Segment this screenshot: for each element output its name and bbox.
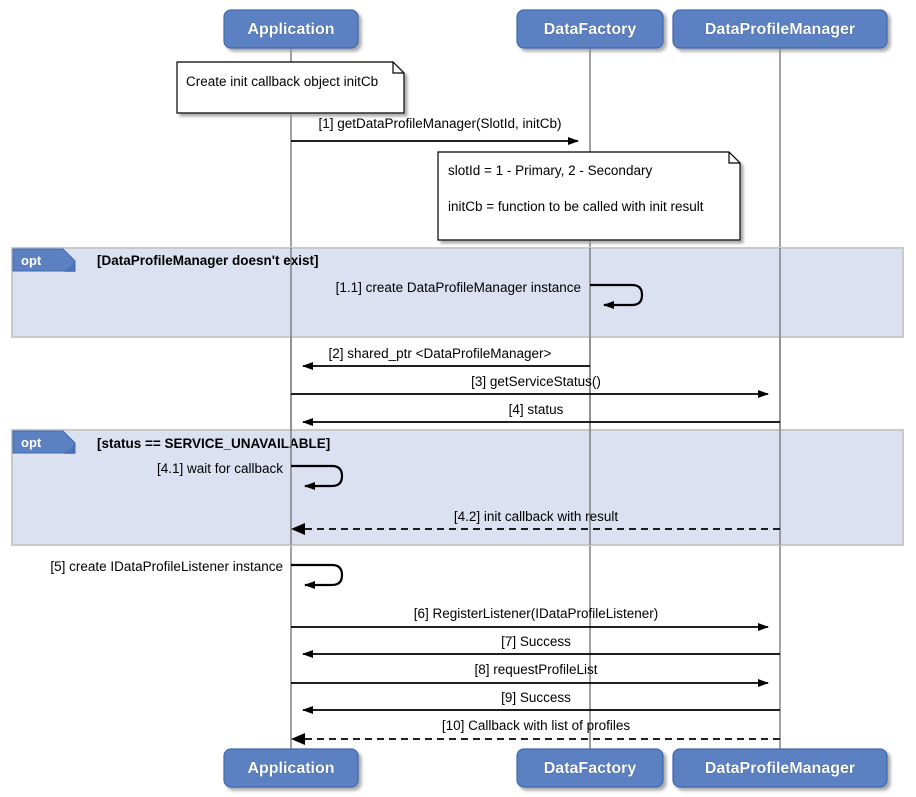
message-m1: [1] getDataProfileManager(SlotId, initCb… xyxy=(291,116,579,145)
message-m9: [9] Success xyxy=(302,690,780,714)
message-label: [1] getDataProfileManager(SlotId, initCb… xyxy=(318,116,561,131)
fragment-opt-service-unavailable: opt [status == SERVICE_UNAVAILABLE] xyxy=(11,429,904,546)
message-label: [6] RegisterListener(IDataProfileListene… xyxy=(414,606,659,621)
participant-label: DataFactory xyxy=(544,21,637,38)
participant-header-application[interactable]: Application xyxy=(223,9,359,49)
fragment-kind-label: opt xyxy=(21,435,42,450)
participant-label: Application xyxy=(247,21,334,38)
message-label: [4.1] wait for callback xyxy=(157,461,283,476)
participant-header-datafactory[interactable]: DataFactory xyxy=(516,9,664,49)
message-label: [7] Success xyxy=(501,634,571,649)
message-label: [2] shared_ptr <DataProfileManager> xyxy=(329,346,552,361)
message-m3: [3] getServiceStatus() xyxy=(291,374,769,398)
message-label: [5] create IDataProfileListener instance xyxy=(50,559,283,574)
message-label: [1.1] create DataProfileManager instance xyxy=(336,280,581,295)
fragment-guard-label: [status == SERVICE_UNAVAILABLE] xyxy=(97,436,330,451)
message-m8: [8] requestProfileList xyxy=(291,662,769,687)
note-line: slotId = 1 - Primary, 2 - Secondary xyxy=(448,163,652,178)
participant-label: DataProfileManager xyxy=(705,760,855,777)
message-label: [4.2] init callback with result xyxy=(454,509,619,524)
message-self-loop xyxy=(291,563,344,589)
note-create-init-callback: Create init callback object initCb xyxy=(176,61,405,114)
message-label: [4] status xyxy=(509,402,564,417)
message-arrowhead xyxy=(291,733,305,745)
participant-label: Application xyxy=(247,760,334,777)
fragment-kind-label: opt xyxy=(21,253,42,268)
participant-label: DataProfileManager xyxy=(705,21,855,38)
message-m7: [7] Success xyxy=(302,634,780,658)
message-label: [9] Success xyxy=(501,690,571,705)
message-label: [8] requestProfileList xyxy=(474,662,597,677)
message-m5: [5] create IDataProfileListener instance xyxy=(50,559,344,589)
note-line: Create init callback object initCb xyxy=(186,74,378,89)
participant-label: DataFactory xyxy=(544,760,637,777)
note-slotid-initcb: slotId = 1 - Primary, 2 - Secondary init… xyxy=(437,151,741,241)
sequence-diagram: opt [DataProfileManager doesn't exist] o… xyxy=(0,0,916,797)
message-m10: [10] Callback with list of profiles xyxy=(291,718,780,745)
fragment-guard-label: [DataProfileManager doesn't exist] xyxy=(97,253,319,268)
sequence-diagram-canvas: opt [DataProfileManager doesn't exist] o… xyxy=(11,9,904,788)
message-m2: [2] shared_ptr <DataProfileManager> xyxy=(302,346,590,370)
message-label: [10] Callback with list of profiles xyxy=(442,718,631,733)
message-m6: [6] RegisterListener(IDataProfileListene… xyxy=(291,606,769,631)
participant-footer-dataprofilemanager[interactable]: DataProfileManager xyxy=(672,748,888,788)
message-m4: [4] status xyxy=(302,402,780,426)
participant-footer-application[interactable]: Application xyxy=(223,748,359,788)
message-label: [3] getServiceStatus() xyxy=(471,374,601,389)
note-line: initCb = function to be called with init… xyxy=(448,199,704,214)
participant-footer-datafactory[interactable]: DataFactory xyxy=(516,748,664,788)
participant-header-dataprofilemanager[interactable]: DataProfileManager xyxy=(672,9,888,49)
